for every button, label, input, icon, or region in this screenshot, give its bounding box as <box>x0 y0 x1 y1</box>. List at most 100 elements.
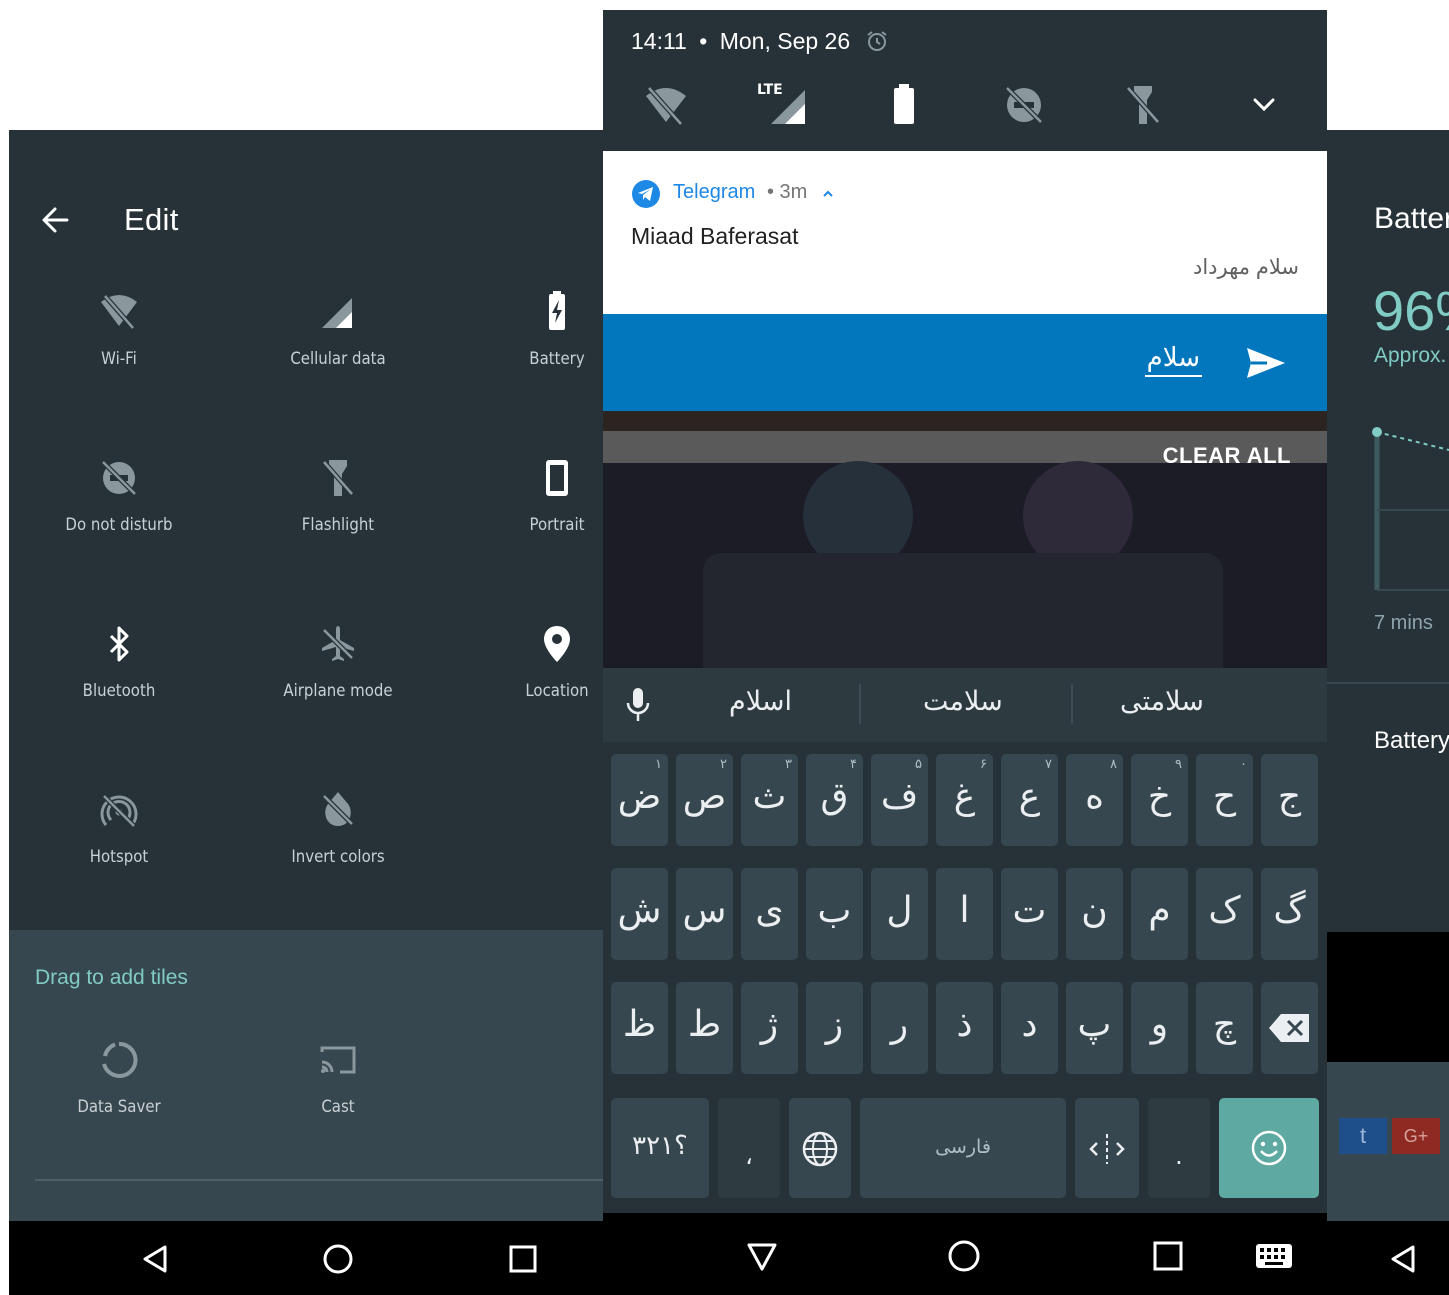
suggestion-item[interactable]: سلامتی <box>1120 686 1204 717</box>
do-not-disturb-icon[interactable] <box>999 80 1049 130</box>
emoji-key[interactable] <box>1219 1098 1319 1198</box>
telegram-notification[interactable]: Telegram • 3m Miaad Baferasat سلام مهردا… <box>603 151 1327 314</box>
key-hint: ۸ <box>1110 756 1117 771</box>
key[interactable]: ۴ق <box>806 754 863 846</box>
key[interactable]: ک <box>1196 868 1253 960</box>
key[interactable]: ن <box>1066 868 1123 960</box>
page-title: Edit <box>124 202 179 237</box>
key[interactable]: ۹خ <box>1131 754 1188 846</box>
navigation-bar <box>9 1221 609 1295</box>
nav-back-icon[interactable] <box>1387 1243 1419 1275</box>
tile-wifi[interactable]: Wi-Fi <box>19 290 219 400</box>
nav-back-icon[interactable] <box>139 1243 171 1275</box>
drag-to-add-label: Drag to add tiles <box>35 966 188 989</box>
tile-bluetooth[interactable]: Bluetooth <box>19 622 219 732</box>
tile-cast[interactable]: Cast <box>238 1038 438 1148</box>
key[interactable]: ژ <box>741 982 798 1074</box>
key-char: ع <box>1018 776 1041 817</box>
cellular-lte-tile[interactable]: LTE <box>755 80 815 130</box>
tile-location[interactable]: Location <box>457 622 609 732</box>
key[interactable]: گ <box>1261 868 1318 960</box>
edit-header: Edit <box>9 200 609 240</box>
chevron-down-icon[interactable] <box>1239 80 1289 130</box>
chevron-up-icon[interactable] <box>821 187 835 201</box>
nav-recents-icon[interactable] <box>1151 1239 1185 1273</box>
key-char: ث <box>752 776 787 817</box>
period-key[interactable]: . <box>1148 1098 1210 1198</box>
key[interactable]: ذ <box>936 982 993 1074</box>
symbols-key[interactable]: ؟۳۲۱ <box>611 1098 709 1198</box>
key-char: ر <box>890 1004 909 1045</box>
battery-saver-icon <box>549 291 565 330</box>
key[interactable]: ل <box>871 868 928 960</box>
tile-data-saver[interactable]: Data Saver <box>19 1038 219 1148</box>
nav-home-icon[interactable] <box>947 1239 981 1273</box>
reply-input[interactable]: سلام <box>1144 342 1202 377</box>
key-char: ض <box>617 776 662 817</box>
key[interactable]: ۶غ <box>936 754 993 846</box>
cursor-key[interactable] <box>1075 1098 1139 1198</box>
navigation-bar <box>1327 1221 1449 1295</box>
space-key[interactable]: فارسی <box>860 1098 1066 1198</box>
back-arrow-icon[interactable] <box>37 200 73 240</box>
key[interactable]: ۵ف <box>871 754 928 846</box>
nav-recents-icon[interactable] <box>507 1243 539 1275</box>
backspace-key[interactable] <box>1261 982 1318 1074</box>
tile-flashlight[interactable]: Flashlight <box>238 456 438 566</box>
tile-label: Invert colors <box>291 847 385 867</box>
key[interactable]: ب <box>806 868 863 960</box>
key[interactable]: ط <box>676 982 733 1074</box>
key[interactable]: ت <box>1001 868 1058 960</box>
key[interactable]: م <box>1131 868 1188 960</box>
key[interactable]: ز <box>806 982 863 1074</box>
tile-airplane-mode[interactable]: Airplane mode <box>238 622 438 732</box>
key[interactable]: ی <box>741 868 798 960</box>
key[interactable]: و <box>1131 982 1188 1074</box>
nav-back-down-icon[interactable] <box>745 1239 779 1273</box>
key[interactable]: ۸ه <box>1066 754 1123 846</box>
key[interactable]: ۰ح <box>1196 754 1253 846</box>
tile-do-not-disturb[interactable]: Do not disturb <box>19 456 219 566</box>
key[interactable]: چ <box>1196 982 1253 1074</box>
key-char: ط <box>687 1004 722 1045</box>
key[interactable]: ظ <box>611 982 668 1074</box>
key-hint: ۱ <box>655 756 662 771</box>
tile-battery[interactable]: Battery <box>457 290 609 400</box>
nav-home-icon[interactable] <box>322 1243 354 1275</box>
key[interactable]: ج <box>1261 754 1318 846</box>
notification-shade-header: 14:11 • Mon, Sep 26 LTE <box>603 10 1327 151</box>
key[interactable]: ۷ع <box>1001 754 1058 846</box>
send-icon[interactable] <box>1245 346 1287 380</box>
key[interactable]: ۳ث <box>741 754 798 846</box>
key[interactable]: ش <box>611 868 668 960</box>
battery-icon[interactable] <box>879 80 929 130</box>
divider <box>35 1179 609 1181</box>
key[interactable]: پ <box>1066 982 1123 1074</box>
divider <box>1071 684 1073 724</box>
comma-key[interactable]: ، <box>718 1098 780 1198</box>
clear-all-button[interactable]: CLEAR ALL <box>1163 443 1291 469</box>
key[interactable]: ۱ض <box>611 754 668 846</box>
key[interactable]: ر <box>871 982 928 1074</box>
globe-icon <box>802 1131 838 1167</box>
wifi-off-icon[interactable] <box>641 80 691 130</box>
key[interactable]: ا <box>936 868 993 960</box>
key-char: ج <box>1277 776 1302 817</box>
status-time: 14:11 <box>631 28 687 54</box>
twitter-icon[interactable]: t <box>1339 1118 1387 1154</box>
microphone-icon[interactable] <box>623 686 653 724</box>
suggestion-item[interactable]: اسلام <box>729 686 792 717</box>
tile-cellular-data[interactable]: Cellular data <box>238 290 438 400</box>
tile-portrait[interactable]: Portrait <box>457 456 609 566</box>
key[interactable]: ۲ص <box>676 754 733 846</box>
flashlight-icon[interactable] <box>1118 80 1168 130</box>
google-plus-icon[interactable]: G+ <box>1392 1118 1440 1154</box>
keyboard-icon[interactable] <box>1255 1243 1293 1271</box>
key[interactable]: د <box>1001 982 1058 1074</box>
language-key[interactable] <box>789 1098 851 1198</box>
key[interactable]: س <box>676 868 733 960</box>
tile-invert-colors[interactable]: Invert colors <box>238 788 438 898</box>
dark-area <box>1327 932 1449 1062</box>
tile-hotspot[interactable]: Hotspot <box>19 788 219 898</box>
suggestion-item[interactable]: سلامت <box>923 686 1003 717</box>
